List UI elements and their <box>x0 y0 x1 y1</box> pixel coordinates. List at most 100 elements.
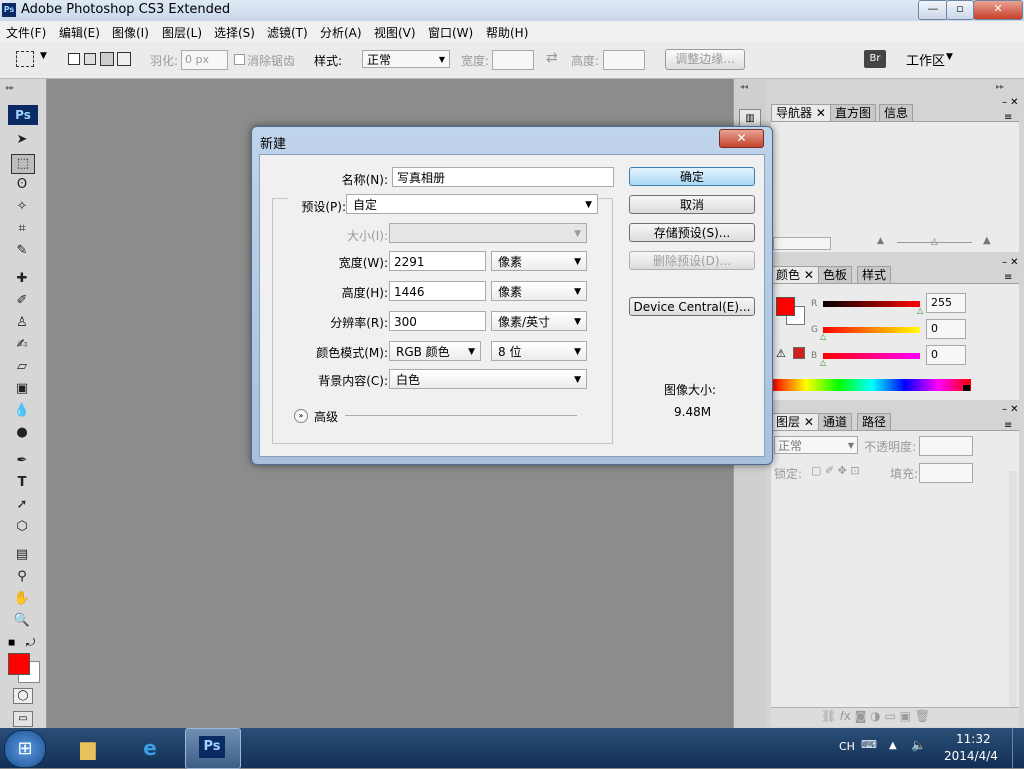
width-input[interactable]: 2291 <box>389 251 486 271</box>
width-input[interactable] <box>492 50 534 70</box>
intersect-selection-icon[interactable] <box>117 52 131 66</box>
r-input[interactable]: 255 <box>926 293 966 313</box>
expand-icon[interactable]: ▸▸ <box>996 82 1004 91</box>
default-colors-icon[interactable]: ◼ <box>8 638 15 648</box>
internet-explorer-icon[interactable]: e <box>130 730 170 766</box>
antialias-checkbox[interactable] <box>234 54 245 65</box>
preset-select[interactable]: 自定 ▼ <box>346 194 598 214</box>
chevron-down-icon[interactable]: ▼ <box>40 51 47 61</box>
close-button[interactable]: ✕ <box>973 0 1023 20</box>
subtract-selection-icon[interactable] <box>100 52 114 66</box>
g-input[interactable]: 0 <box>926 319 966 339</box>
blend-mode-select[interactable]: 正常 ▼ <box>774 436 858 454</box>
opacity-input[interactable] <box>919 436 973 456</box>
panel-menu-icon[interactable]: ≡ <box>1004 272 1012 283</box>
add-selection-icon[interactable] <box>84 53 96 65</box>
panel-minimize-icon[interactable]: – ✕ <box>1002 97 1019 108</box>
workspace-button[interactable]: 工作区 <box>906 50 945 69</box>
collapse-left-icon[interactable]: ◂◂ <box>740 82 748 91</box>
crop-tool-icon[interactable]: ⌗ <box>11 220 33 238</box>
background-select[interactable]: 白色 ▼ <box>389 369 587 389</box>
file-explorer-icon[interactable]: ▆ <box>68 730 108 766</box>
gradient-tool-icon[interactable]: ▣ <box>11 380 33 398</box>
bridge-icon[interactable]: Br <box>864 50 886 68</box>
quick-mask-icon[interactable]: ◯ <box>13 688 33 704</box>
resolution-input[interactable]: 300 <box>389 311 486 331</box>
notes-tool-icon[interactable]: ▤ <box>11 546 33 564</box>
save-preset-button[interactable]: 存储预设(S)... <box>629 223 755 242</box>
tab-channels[interactable]: 通道 <box>818 413 853 430</box>
zoom-out-icon[interactable]: ▲ <box>877 236 884 246</box>
g-slider[interactable] <box>823 327 920 333</box>
zoom-slider-thumb[interactable]: △ <box>931 237 938 247</box>
resolution-unit-select[interactable]: 像素/英寸 ▼ <box>491 311 587 331</box>
screen-mode-icon[interactable]: ▭ <box>13 711 33 727</box>
menu-analysis[interactable]: 分析(A) <box>320 24 362 41</box>
healing-brush-icon[interactable]: ✚ <box>11 270 33 288</box>
gamut-swatch[interactable] <box>793 347 805 359</box>
ok-button[interactable]: 确定 <box>629 167 755 186</box>
color-mode-select[interactable]: RGB 颜色 ▼ <box>389 341 481 361</box>
black-swatch[interactable] <box>963 385 970 391</box>
slice-tool-icon[interactable]: ✎ <box>11 242 33 260</box>
photoshop-taskbar-button[interactable]: Ps <box>185 728 241 769</box>
menu-edit[interactable]: 编辑(E) <box>59 24 100 41</box>
hand-tool-icon[interactable]: ✋ <box>11 590 33 608</box>
dialog-close-button[interactable]: ✕ <box>719 129 764 148</box>
menu-filter[interactable]: 滤镜(T) <box>267 24 308 41</box>
show-desktop-button[interactable] <box>1012 728 1024 768</box>
lasso-tool-icon[interactable]: ʘ <box>11 176 33 194</box>
panel-minimize-icon[interactable]: – ✕ <box>1002 404 1019 415</box>
tab-histogram[interactable]: 直方图 <box>830 104 877 121</box>
history-brush-icon[interactable]: ✍ <box>11 336 33 354</box>
delete-preset-button[interactable]: 删除预设(D)... <box>629 251 755 270</box>
minimize-button[interactable]: — <box>918 0 948 20</box>
menu-select[interactable]: 选择(S) <box>214 24 255 41</box>
tab-navigator[interactable]: 导航器 ✕ <box>771 104 831 121</box>
zoom-in-icon[interactable]: ▲ <box>983 235 991 246</box>
fill-input[interactable] <box>919 463 973 483</box>
menu-layer[interactable]: 图层(L) <box>162 24 202 41</box>
name-input[interactable]: 写真相册 <box>392 167 614 187</box>
menu-image[interactable]: 图像(I) <box>112 24 149 41</box>
tab-paths[interactable]: 路径 <box>857 413 892 430</box>
refine-edge-button[interactable]: 调整边缘... <box>665 49 745 70</box>
clone-stamp-icon[interactable]: ♙ <box>11 314 33 332</box>
collapse-icon[interactable]: ▸▸ <box>6 83 40 92</box>
height-unit-select[interactable]: 像素 ▼ <box>491 281 587 301</box>
move-tool-icon[interactable]: ➤ <box>11 131 33 149</box>
brush-tool-icon[interactable]: ✐ <box>11 292 33 310</box>
volume-icon[interactable]: 🔈 <box>911 738 926 752</box>
tab-swatches[interactable]: 色板 <box>818 266 853 283</box>
type-tool-icon[interactable]: T <box>11 474 33 492</box>
style-select[interactable]: 正常 ▼ <box>362 50 450 68</box>
menu-view[interactable]: 视图(V) <box>374 24 416 41</box>
zoom-input[interactable] <box>773 237 831 250</box>
r-slider-thumb[interactable]: △ <box>917 306 923 315</box>
tray-up-icon[interactable]: ▲ <box>889 740 897 751</box>
device-central-button[interactable]: Device Central(E)... <box>629 297 755 316</box>
menu-window[interactable]: 窗口(W) <box>428 24 473 41</box>
tab-info[interactable]: 信息 <box>879 104 914 121</box>
tab-color[interactable]: 颜色 ✕ <box>771 266 819 283</box>
size-select[interactable]: ▼ <box>389 223 587 243</box>
marquee-preset-icon[interactable] <box>16 51 34 67</box>
swap-colors-icon[interactable]: ⤾ <box>26 636 35 650</box>
layer-actions-icons[interactable]: ⛓ 𝑓x ◙ ◑ ▭ ▣ 🗑 <box>821 709 930 724</box>
height-input[interactable] <box>603 50 645 70</box>
cancel-button[interactable]: 取消 <box>629 195 755 214</box>
maximize-button[interactable]: ▫ <box>946 0 974 20</box>
path-select-icon[interactable]: ➚ <box>11 496 33 514</box>
menu-help[interactable]: 帮助(H) <box>486 24 528 41</box>
start-button[interactable]: ⊞ <box>4 730 46 768</box>
magic-wand-icon[interactable]: ✧ <box>11 198 33 216</box>
foreground-color-swatch[interactable] <box>8 653 30 675</box>
tab-layers[interactable]: 图层 ✕ <box>771 413 819 430</box>
marquee-tool-icon[interactable]: ⬚ <box>11 154 35 174</box>
expand-advanced-icon[interactable]: » <box>294 409 308 423</box>
height-input[interactable]: 1446 <box>389 281 486 301</box>
zoom-tool-icon[interactable]: 🔍 <box>11 612 33 630</box>
fg-color-swatch[interactable] <box>776 297 795 316</box>
b-slider-thumb[interactable]: △ <box>820 358 826 367</box>
menu-file[interactable]: 文件(F) <box>6 24 46 41</box>
